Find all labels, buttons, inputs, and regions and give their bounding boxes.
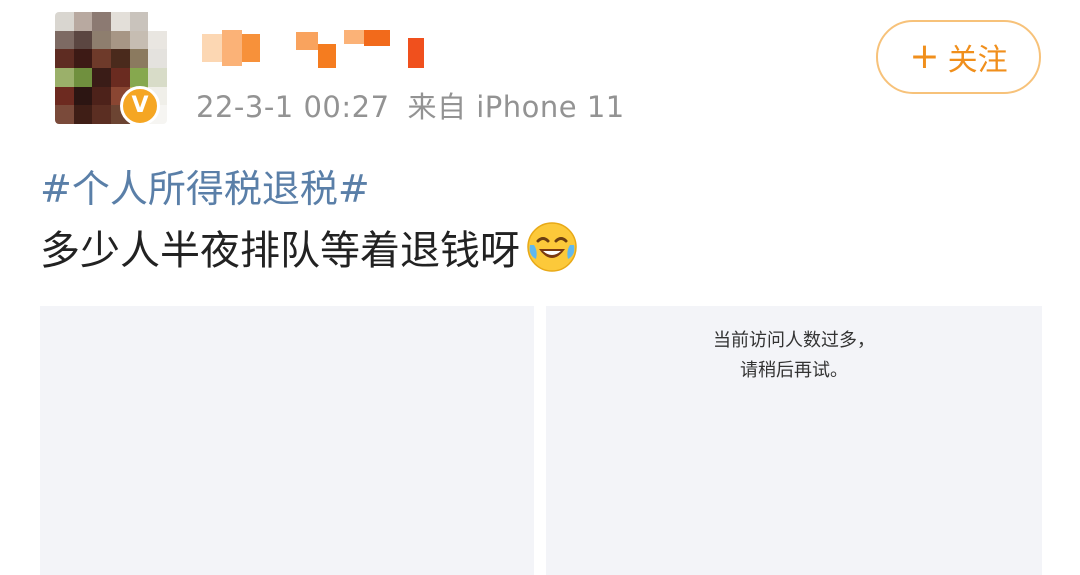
image-message: 当前访问人数过多， 请稍后再试。 [546, 326, 1042, 386]
post-image-1[interactable] [40, 306, 534, 575]
avatar-pixel [110, 67, 130, 87]
plus-icon: + [909, 36, 940, 77]
avatar-pixel [55, 67, 74, 87]
avatar-pixel [73, 67, 93, 87]
avatar-pixel [55, 105, 74, 124]
weibo-post: V 22-3-1 00:27 来自 iPhone 11 + 关注 #个人所得税退税… [0, 0, 1080, 575]
avatar-pixel [55, 30, 74, 50]
post-image-2[interactable]: 当前访问人数过多， 请稍后再试。 [546, 306, 1042, 575]
post-source: 来自 iPhone 11 [407, 90, 625, 124]
post-meta: 22-3-1 00:27 来自 iPhone 11 [196, 84, 625, 126]
avatar-pixel [110, 49, 130, 68]
avatar-pixel [73, 30, 93, 50]
avatar-pixel [148, 67, 167, 87]
avatar-pixel [92, 67, 111, 87]
avatar-pixel [92, 105, 111, 124]
avatar-pixel [73, 86, 93, 106]
avatar-pixel [73, 49, 93, 68]
avatar-pixel [148, 30, 167, 50]
avatar-pixel [129, 12, 149, 31]
image-message-line-1: 当前访问人数过多， [713, 330, 875, 351]
avatar-pixel [73, 12, 93, 31]
avatar-pixel [129, 30, 149, 50]
follow-label: 关注 [947, 43, 1008, 78]
avatar-pixel [129, 67, 149, 87]
avatar-pixel [110, 30, 130, 50]
avatar-pixel [55, 86, 74, 106]
follow-button[interactable]: + 关注 [876, 20, 1041, 94]
post-timestamp: 22-3-1 00:27 [196, 90, 390, 124]
avatar-pixel [92, 12, 111, 31]
avatar-pixel [55, 49, 74, 68]
verified-badge-icon: V [120, 86, 160, 126]
avatar-pixel [73, 105, 93, 124]
avatar-pixel [92, 86, 111, 106]
avatar-pixel [148, 12, 167, 31]
crying-laughing-face-icon [527, 222, 577, 272]
avatar-pixel [110, 12, 130, 31]
avatar-pixel [148, 49, 167, 68]
post-text-line: 多少人半夜排队等着退钱呀 [40, 218, 578, 276]
post-text: 多少人半夜排队等着退钱呀 [40, 228, 520, 274]
avatar-pixel [129, 49, 149, 68]
author-name-pixelated[interactable] [202, 30, 427, 70]
image-message-line-2: 请稍后再试。 [740, 360, 848, 381]
avatar-pixel [92, 49, 111, 68]
hashtag-link[interactable]: #个人所得税退税# [40, 158, 370, 213]
avatar-pixel [55, 12, 74, 31]
avatar-pixel [92, 30, 111, 50]
